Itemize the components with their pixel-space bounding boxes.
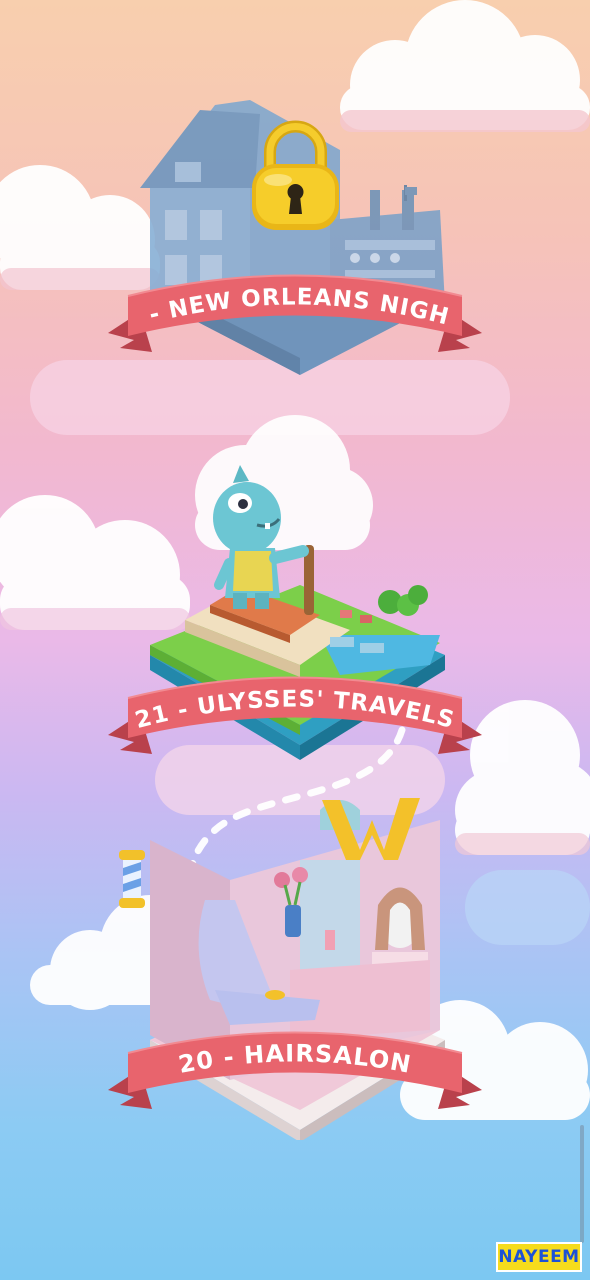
level-20[interactable]: 20 - HAIRSALON bbox=[0, 790, 590, 1140]
level-22[interactable]: 22 - NEW ORLEANS NIGHTS bbox=[0, 90, 590, 380]
watermark-badge: NAYEEM bbox=[496, 1242, 582, 1272]
scrollbar[interactable] bbox=[580, 1125, 584, 1243]
level-21-banner: 21 - ULYSSES' TRAVELS bbox=[108, 676, 482, 754]
watermark-text: NAYEEM bbox=[498, 1247, 580, 1267]
level-20-banner: 20 - HAIRSALON bbox=[108, 1031, 482, 1109]
level-21[interactable]: 21 - ULYSSES' TRAVELS bbox=[0, 455, 590, 775]
level-title: 22 - NEW ORLEANS NIGHTS bbox=[0, 90, 451, 331]
svg-text:22 - NEW ORLEANS NIGHTS: 22 - NEW ORLEANS NIGHTS bbox=[0, 90, 452, 331]
level-22-banner: 22 - NEW ORLEANS NIGHTS bbox=[0, 90, 482, 352]
